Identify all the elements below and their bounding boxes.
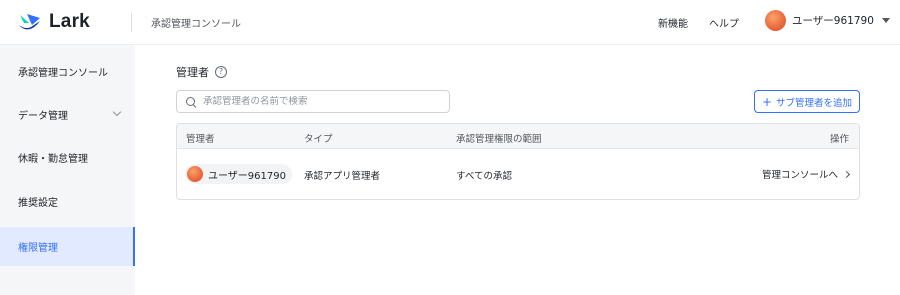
user-name: ユーザー961790 — [792, 15, 874, 27]
search-input[interactable] — [203, 96, 443, 107]
sidebar-item-leave-attendance[interactable]: 休暇・勤怠管理 — [0, 138, 135, 177]
sidebar-item-data-management[interactable]: データ管理 — [0, 95, 135, 134]
sidebar-item-recommended-settings[interactable]: 推奨設定 — [0, 182, 135, 221]
brand-name: Lark — [49, 11, 90, 32]
caret-down-icon — [881, 18, 890, 23]
header-divider — [131, 13, 132, 32]
admin-scope: すべての承認 — [456, 171, 512, 182]
avatar — [187, 166, 203, 182]
go-to-console-label: 管理コンソールへ — [761, 170, 838, 181]
sidebar-item-label: 承認管理コンソール — [18, 68, 108, 79]
admin-type: 承認アプリ管理者 — [304, 171, 381, 182]
sidebar-item-label: データ管理 — [18, 111, 68, 122]
search-box[interactable] — [176, 90, 450, 113]
sidebar-item-label: 休暇・勤怠管理 — [18, 154, 88, 165]
lark-logo-icon — [19, 14, 40, 30]
column-header-scope: 承認管理権限の範囲 — [456, 134, 542, 145]
admin-table: 管理者 タイプ 承認管理権限の範囲 操作 ユーザー961790 承認アプリ管理者… — [176, 123, 860, 200]
column-header-admin: 管理者 — [186, 134, 215, 145]
user-menu[interactable]: ユーザー961790 — [765, 10, 890, 31]
go-to-console-link[interactable]: 管理コンソールへ — [761, 167, 851, 181]
chevron-right-icon — [842, 170, 851, 178]
new-features-link[interactable]: 新機能 — [658, 15, 688, 30]
chevron-down-icon — [112, 107, 122, 117]
top-header: Lark 承認管理コンソール 新機能 ヘルプ ユーザー961790 — [0, 0, 900, 45]
avatar — [765, 10, 786, 31]
help-circle-icon[interactable]: ? — [215, 66, 227, 78]
console-title: 承認管理コンソール — [151, 19, 241, 30]
sidebar-item-approval-console[interactable]: 承認管理コンソール — [0, 52, 135, 91]
help-link[interactable]: ヘルプ — [709, 15, 739, 30]
sidebar-item-label: 推奨設定 — [18, 198, 58, 209]
table-row: ユーザー961790 承認アプリ管理者 すべての承認 管理コンソールへ — [177, 149, 859, 199]
admin-user-pill[interactable]: ユーザー961790 — [185, 164, 292, 184]
add-sub-admin-label: サブ管理者を追加 — [776, 97, 853, 109]
add-sub-admin-button[interactable]: + サブ管理者を追加 — [754, 90, 860, 113]
plus-icon: + — [761, 94, 773, 109]
admin-name: ユーザー961790 — [208, 170, 286, 182]
page-title-text: 管理者 — [176, 66, 209, 79]
column-header-type: タイプ — [304, 134, 333, 145]
lark-logo[interactable]: Lark — [18, 11, 90, 33]
sidebar-item-permission-management[interactable]: 権限管理 — [0, 227, 135, 266]
sidebar-item-label: 権限管理 — [18, 243, 58, 254]
sidebar: 承認管理コンソール データ管理 休暇・勤怠管理 推奨設定 権限管理 — [0, 45, 135, 295]
table-header: 管理者 タイプ 承認管理権限の範囲 操作 — [177, 124, 859, 149]
page-title: 管理者 ? — [176, 64, 227, 80]
column-header-action: 操作 — [829, 134, 849, 145]
search-icon — [186, 96, 196, 107]
